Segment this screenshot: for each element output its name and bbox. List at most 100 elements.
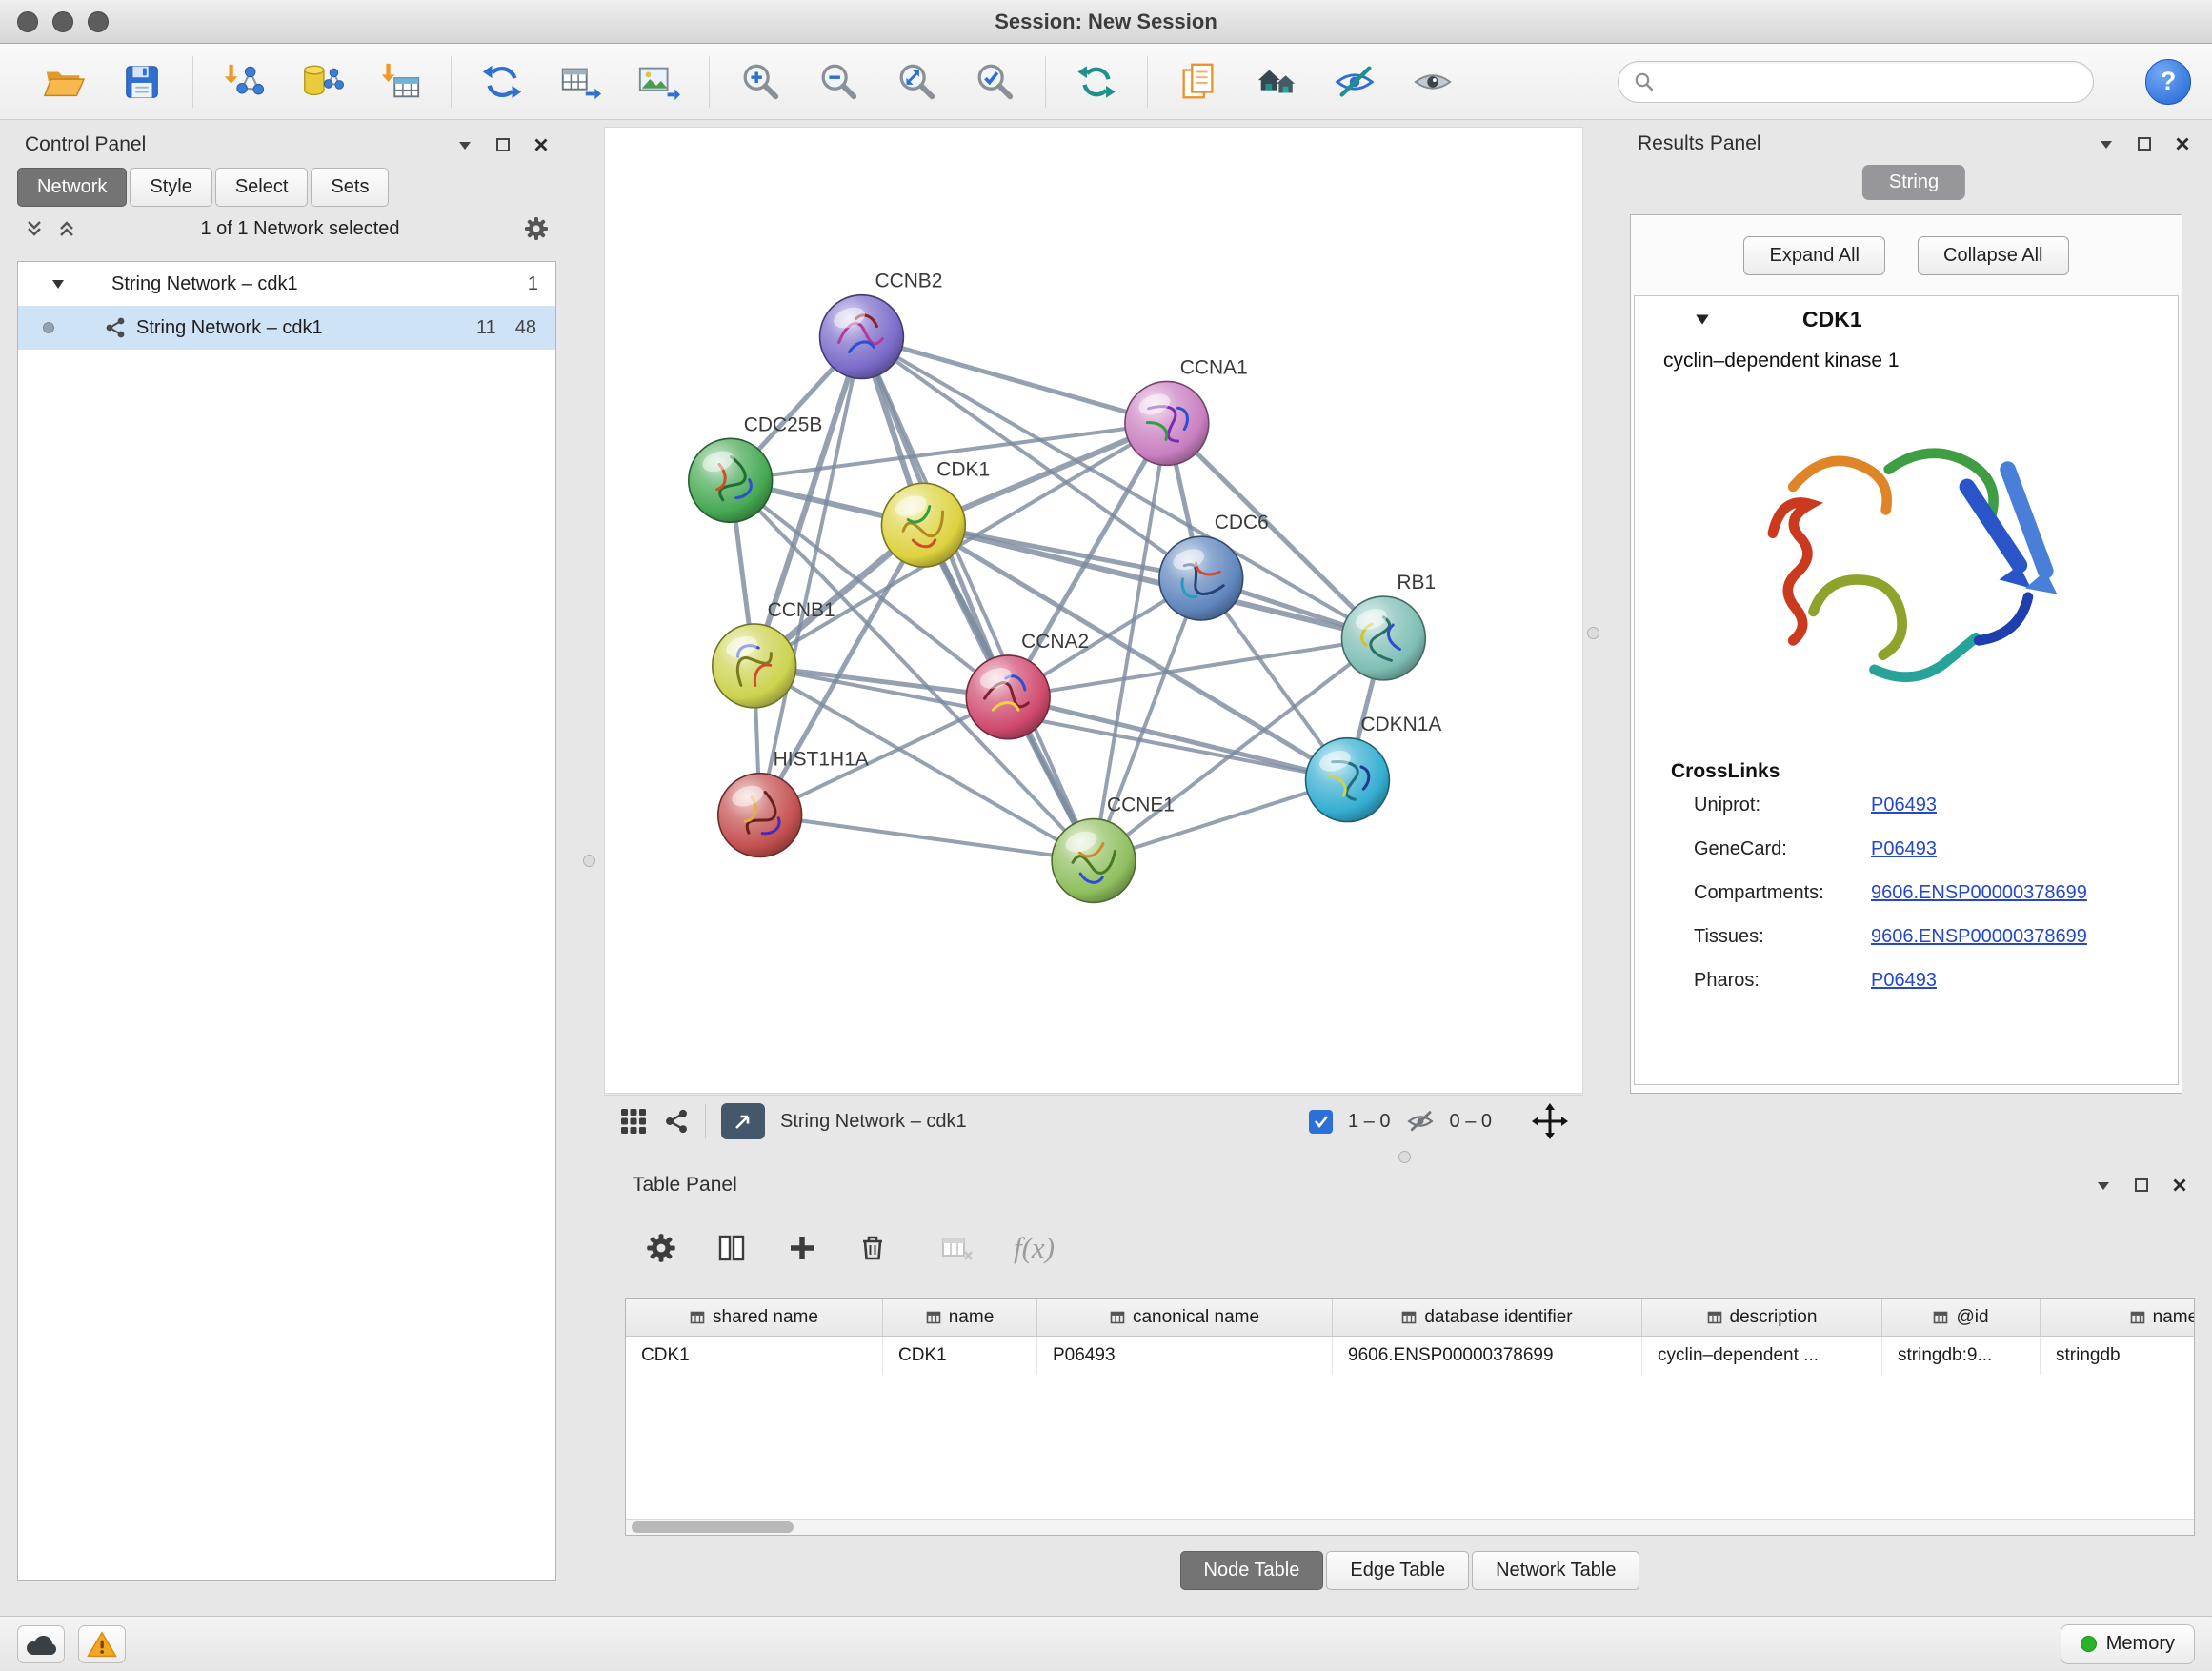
table-cell[interactable]: stringdb:9... <box>1882 1337 2041 1375</box>
disclosure-triangle-icon[interactable] <box>1694 311 1711 328</box>
column-header-name[interactable]: name <box>883 1299 1037 1336</box>
cloud-button[interactable] <box>17 1625 65 1663</box>
edge-CCNB2-CCNA1[interactable] <box>861 337 1166 424</box>
crosslink-value-link[interactable]: 9606.ENSP00000378699 <box>1871 926 2087 948</box>
options-gear-icon[interactable] <box>524 216 549 241</box>
open-session-icon[interactable] <box>42 60 86 104</box>
node-HIST1H1A[interactable]: HIST1H1A <box>718 749 869 857</box>
table-cell[interactable]: CDK1 <box>626 1337 883 1375</box>
node-CCNA1[interactable]: CCNA1 <box>1125 356 1248 465</box>
collapse-all-icon[interactable] <box>25 219 44 238</box>
column-header-database-identifier[interactable]: database identifier <box>1333 1299 1642 1336</box>
edge-HIST1H1A-CCNE1[interactable] <box>760 815 1094 861</box>
crosslink-value-link[interactable]: 9606.ENSP00000378699 <box>1871 882 2087 904</box>
search-input[interactable] <box>1664 70 2078 92</box>
zoom-out-icon[interactable] <box>816 60 860 104</box>
maximize-window-button[interactable] <box>88 11 109 32</box>
ndex-homes-icon[interactable] <box>1255 60 1298 104</box>
node-RB1[interactable]: RB1 <box>1341 572 1436 680</box>
table-cell[interactable]: 9606.ENSP00000378699 <box>1333 1337 1642 1375</box>
splitter-handle[interactable] <box>583 855 595 867</box>
tab-sets[interactable]: Sets <box>311 168 389 207</box>
splitter-handle[interactable] <box>1398 1151 1411 1163</box>
table-cell[interactable]: CDK1 <box>883 1337 1037 1375</box>
import-network-icon[interactable] <box>222 60 266 104</box>
node-CCNB1[interactable]: CCNB1 <box>713 599 835 708</box>
column-header-description[interactable]: description <box>1642 1299 1882 1336</box>
node-CDKN1A[interactable]: CDKN1A <box>1306 714 1442 822</box>
float-panel-icon[interactable] <box>2137 136 2152 151</box>
export-network-icon[interactable] <box>558 60 602 104</box>
crosslink-value-link[interactable]: P06493 <box>1871 970 1937 992</box>
apply-layout-icon[interactable] <box>1075 60 1118 104</box>
crosslink-value-link[interactable]: P06493 <box>1871 838 1937 860</box>
collapse-panel-icon[interactable] <box>2099 136 2114 151</box>
hide-unhide-icon[interactable] <box>1333 60 1377 104</box>
show-graphics-eye-icon[interactable] <box>1411 60 1455 104</box>
minimize-window-button[interactable] <box>52 11 73 32</box>
help-button[interactable]: ? <box>2145 59 2191 105</box>
close-panel-icon[interactable] <box>533 137 549 152</box>
float-panel-icon[interactable] <box>495 137 511 152</box>
open-recent-document-icon[interactable] <box>1176 60 1220 104</box>
protein-section-header[interactable]: CDK1 <box>1635 296 2178 342</box>
tab-select[interactable]: Select <box>215 168 309 207</box>
search-field[interactable] <box>1618 61 2094 103</box>
tab-edge-table[interactable]: Edge Table <box>1326 1551 1469 1590</box>
open-in-window-button[interactable] <box>721 1103 765 1139</box>
node-CDC25B[interactable]: CDC25B <box>689 413 823 522</box>
tab-node-table[interactable]: Node Table <box>1180 1551 1324 1590</box>
create-column-plus-icon[interactable] <box>787 1233 817 1263</box>
column-header--id[interactable]: @id <box>1882 1299 2041 1336</box>
save-session-icon[interactable] <box>120 60 164 104</box>
fit-content-crosshair-icon[interactable] <box>1532 1103 1568 1139</box>
network-view-canvas[interactable]: CCNB2CCNA1CDC25BCDK1CDC6RB1CCNB1CCNA2CDK… <box>604 127 1583 1094</box>
zoom-fit-icon[interactable] <box>895 60 938 104</box>
show-columns-icon[interactable] <box>716 1233 747 1263</box>
table-options-gear-icon[interactable] <box>646 1233 676 1263</box>
close-window-button[interactable] <box>17 11 38 32</box>
edge-CCNB2-HIST1H1A[interactable] <box>760 337 862 815</box>
tab-style[interactable]: Style <box>130 168 211 207</box>
selected-checkbox[interactable] <box>1309 1110 1333 1134</box>
tab-network-table[interactable]: Network Table <box>1472 1551 1639 1590</box>
string-results-tab[interactable]: String <box>1862 165 1965 200</box>
disclosure-triangle-icon[interactable] <box>50 276 66 292</box>
tab-network[interactable]: Network <box>17 168 127 207</box>
close-panel-icon[interactable] <box>2172 1178 2187 1193</box>
close-panel-icon[interactable] <box>2175 136 2190 151</box>
edge-CCNB2-CCNE1[interactable] <box>861 337 1094 861</box>
network-collection-row[interactable]: String Network – cdk1 1 <box>18 262 555 306</box>
collapse-panel-icon[interactable] <box>457 137 473 152</box>
horizontal-scrollbar[interactable] <box>626 1519 2194 1535</box>
column-header-namespac[interactable]: namespac <box>2041 1299 2195 1336</box>
table-cell[interactable]: cyclin–dependent ... <box>1642 1337 1882 1375</box>
zoom-selected-icon[interactable] <box>973 60 1016 104</box>
collapse-panel-icon[interactable] <box>2096 1178 2111 1193</box>
expand-all-icon[interactable] <box>57 219 76 238</box>
new-network-icon[interactable] <box>480 60 524 104</box>
network-overview-icon[interactable] <box>663 1108 690 1135</box>
splitter-handle[interactable] <box>1587 627 1599 639</box>
network-graph[interactable]: CCNB2CCNA1CDC25BCDK1CDC6RB1CCNB1CCNA2CDK… <box>605 128 1582 1093</box>
node-CDK1[interactable]: CDK1 <box>881 458 990 567</box>
crosslink-value-link[interactable]: P06493 <box>1871 795 1937 816</box>
collapse-all-button[interactable]: Collapse All <box>1918 236 2069 275</box>
birds-eye-grid-icon[interactable] <box>619 1107 648 1136</box>
network-row-selected[interactable]: String Network – cdk1 11 48 <box>18 306 555 350</box>
node-CCNB2[interactable]: CCNB2 <box>820 271 943 379</box>
memory-button[interactable]: Memory <box>2061 1624 2195 1664</box>
table-cell[interactable]: stringdb <box>2041 1337 2195 1375</box>
delete-column-trash-icon[interactable] <box>857 1233 888 1263</box>
export-image-icon[interactable] <box>636 60 680 104</box>
float-panel-icon[interactable] <box>2134 1178 2149 1193</box>
table-cell[interactable]: P06493 <box>1037 1337 1333 1375</box>
table-row[interactable]: CDK1CDK1P064939606.ENSP00000378699cyclin… <box>626 1337 2194 1375</box>
warnings-button[interactable] <box>78 1625 126 1663</box>
expand-all-button[interactable]: Expand All <box>1743 236 1885 275</box>
column-header-shared-name[interactable]: shared name <box>626 1299 883 1336</box>
column-header-canonical-name[interactable]: canonical name <box>1037 1299 1333 1336</box>
zoom-in-icon[interactable] <box>738 60 782 104</box>
import-network-from-database-icon[interactable] <box>300 60 344 104</box>
import-table-icon[interactable] <box>378 60 422 104</box>
